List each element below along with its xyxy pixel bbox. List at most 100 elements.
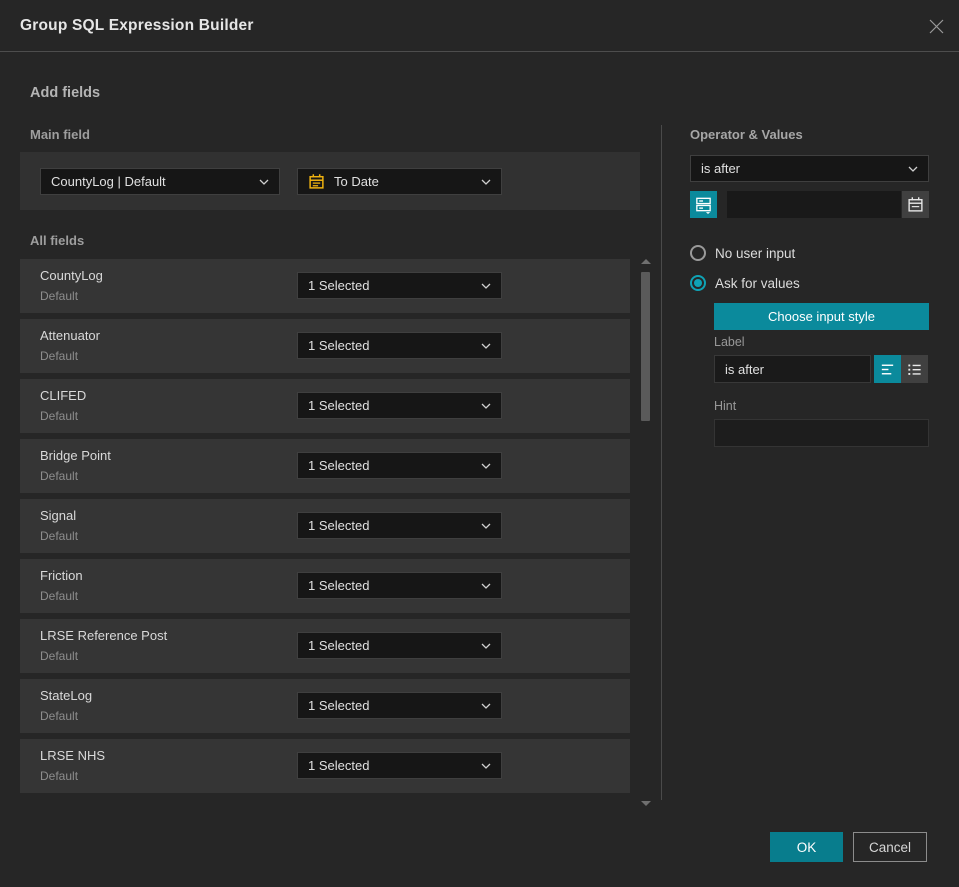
operator-select-value: is after [701, 161, 741, 176]
field-type: Default [40, 349, 79, 363]
hint-input[interactable] [714, 419, 929, 447]
operator-select[interactable]: is after [690, 155, 929, 182]
field-row: Bridge Point Default 1 Selected [20, 439, 630, 493]
label-input[interactable] [714, 355, 871, 383]
date-field-select[interactable]: To Date [297, 168, 502, 195]
field-row: Signal Default 1 Selected [20, 499, 630, 553]
chevron-down-icon [908, 166, 918, 172]
field-row: StateLog Default 1 Selected [20, 679, 630, 733]
main-field-panel: CountyLog | Default To Date [20, 152, 640, 210]
field-name: StateLog [40, 688, 93, 703]
radio-label: Ask for values [715, 275, 800, 291]
field-type: Default [40, 529, 79, 543]
field-selection-select[interactable]: 1 Selected [297, 512, 502, 539]
calendar-icon [908, 197, 923, 212]
field-selection-value: 1 Selected [308, 518, 370, 533]
input-style-toggle-group [874, 355, 928, 383]
chevron-down-icon [481, 703, 491, 709]
field-selection-value: 1 Selected [308, 578, 370, 593]
date-picker-button[interactable] [902, 191, 929, 218]
scrollbar-thumb[interactable] [641, 272, 650, 421]
add-fields-heading: Add fields [30, 85, 101, 101]
choose-input-style-button[interactable]: Choose input style [714, 303, 929, 330]
date-field-select-value: To Date [334, 174, 379, 189]
single-input-style-button[interactable] [874, 355, 901, 383]
field-selection-select[interactable]: 1 Selected [297, 332, 502, 359]
dialog-title: Group SQL Expression Builder [20, 17, 254, 34]
chevron-down-icon [481, 343, 491, 349]
chevron-down-icon [481, 179, 491, 185]
radio-no-user-input[interactable]: No user input [690, 245, 795, 261]
field-name: CountyLog [40, 268, 103, 283]
field-selection-value: 1 Selected [308, 758, 370, 773]
field-selection-select[interactable]: 1 Selected [297, 632, 502, 659]
stacked-input-icon [696, 197, 711, 214]
align-left-icon [881, 364, 894, 374]
label-caption: Label [714, 335, 745, 349]
chevron-down-icon [259, 179, 269, 185]
field-selection-select[interactable]: 1 Selected [297, 572, 502, 599]
field-row: LRSE NHS Default 1 Selected [20, 739, 630, 793]
main-field-label: Main field [30, 127, 90, 142]
radio-label: No user input [715, 245, 796, 261]
radio-circle-icon [690, 275, 706, 291]
main-field-select-value: CountyLog | Default [51, 174, 166, 189]
operator-values-heading: Operator & Values [690, 127, 803, 142]
field-row: Friction Default 1 Selected [20, 559, 630, 613]
dialog-header: Group SQL Expression Builder [0, 0, 959, 52]
field-type: Default [40, 649, 79, 663]
hint-caption: Hint [714, 399, 737, 413]
close-icon[interactable] [926, 16, 946, 36]
field-type: Default [40, 409, 79, 423]
chevron-down-icon [481, 583, 491, 589]
all-fields-list: CountyLog Default 1 Selected Attenuator Defa… [20, 259, 630, 799]
field-row: CountyLog Default 1 Selected [20, 259, 630, 313]
field-type: Default [40, 769, 79, 783]
vertical-divider [661, 125, 662, 800]
all-fields-label: All fields [30, 233, 85, 248]
field-row: LRSE Reference Post Default 1 Selected [20, 619, 630, 673]
field-row: Attenuator Default 1 Selected [20, 319, 630, 373]
field-name: CLIFED [40, 388, 87, 403]
radio-circle-icon [690, 245, 706, 261]
chevron-down-icon [481, 283, 491, 289]
value-input[interactable] [727, 191, 901, 218]
chevron-down-icon [481, 763, 491, 769]
field-selection-select[interactable]: 1 Selected [297, 272, 502, 299]
field-type: Default [40, 289, 79, 303]
field-selection-value: 1 Selected [308, 398, 370, 413]
list-icon [908, 363, 921, 375]
field-name: LRSE NHS [40, 748, 106, 763]
field-selection-select[interactable]: 1 Selected [297, 452, 502, 479]
field-selection-value: 1 Selected [308, 698, 370, 713]
main-field-select[interactable]: CountyLog | Default [40, 168, 280, 195]
chevron-down-icon [481, 523, 491, 529]
chevron-down-icon [481, 403, 491, 409]
field-selection-select[interactable]: 1 Selected [297, 752, 502, 779]
field-name: LRSE Reference Post [40, 628, 168, 643]
chevron-down-icon [481, 463, 491, 469]
field-type: Default [40, 709, 79, 723]
field-name: Signal [40, 508, 77, 523]
radio-ask-for-values[interactable]: Ask for values [690, 275, 800, 291]
field-name: Friction [40, 568, 83, 583]
calendar-icon [308, 173, 325, 190]
field-selection-value: 1 Selected [308, 638, 370, 653]
field-name: Attenuator [40, 328, 100, 343]
ok-button[interactable]: OK [770, 832, 843, 862]
field-type: Default [40, 469, 79, 483]
field-selection-select[interactable]: 1 Selected [297, 692, 502, 719]
field-row: CLIFED Default 1 Selected [20, 379, 630, 433]
list-input-style-button[interactable] [901, 355, 928, 383]
scrollbar-up-arrow-icon[interactable] [641, 259, 651, 264]
field-selection-select[interactable]: 1 Selected [297, 392, 502, 419]
field-type: Default [40, 589, 79, 603]
input-type-button[interactable] [690, 191, 717, 218]
field-selection-value: 1 Selected [308, 458, 370, 473]
field-selection-value: 1 Selected [308, 278, 370, 293]
chevron-down-icon [481, 643, 491, 649]
scrollbar-down-arrow-icon[interactable] [641, 801, 651, 806]
field-name: Bridge Point [40, 448, 111, 463]
field-selection-value: 1 Selected [308, 338, 370, 353]
cancel-button[interactable]: Cancel [853, 832, 927, 862]
